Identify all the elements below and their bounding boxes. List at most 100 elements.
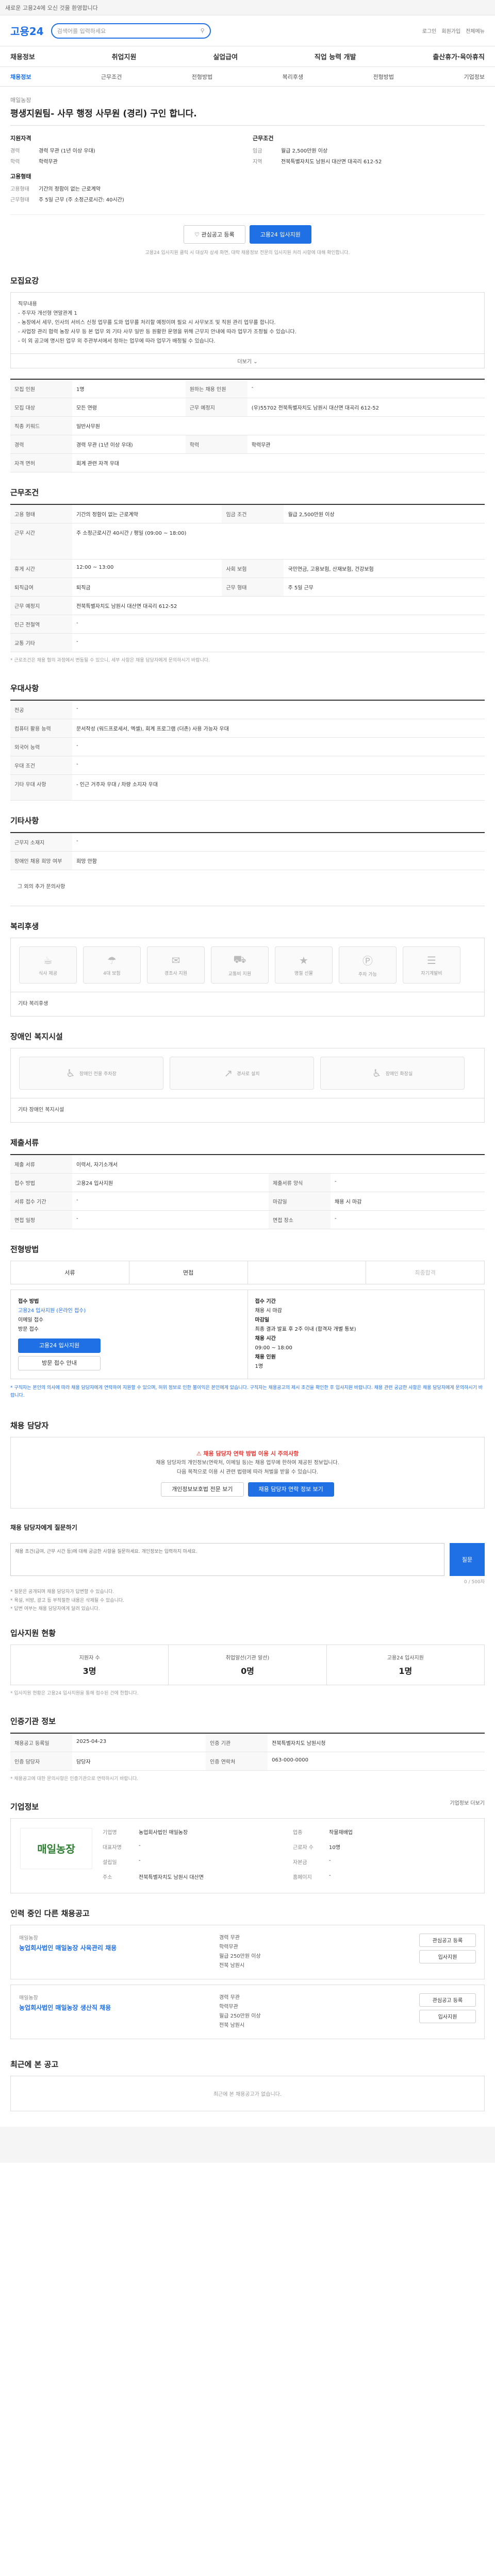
detail-tabs: 채용정보 근무조건 전형방법 복리후생 전형방법 기업정보 bbox=[0, 67, 495, 87]
other-section-title: 기타사항 bbox=[10, 816, 39, 825]
doc-section-title: 제출서류 bbox=[10, 1138, 39, 1147]
top-notice-text: 새로운 고용24에 오신 것을 환영합니다 bbox=[5, 4, 98, 11]
related-section-title: 인력 중인 다른 채용공고 bbox=[10, 1908, 90, 1918]
tab-conditions[interactable]: 근무조건 bbox=[101, 73, 122, 81]
disabled-extra: 기타 장애인 복지시설 bbox=[10, 1098, 485, 1123]
ramp-icon: ↗ bbox=[224, 1067, 233, 1079]
disabled-item: ♿ 장애인 전용 주차장 bbox=[19, 1057, 163, 1090]
tab-process[interactable]: 전형방법 bbox=[192, 73, 212, 81]
related-apply-button[interactable]: 입사지원 bbox=[419, 2009, 476, 2023]
related-job[interactable]: 매일농장 농업회사법인 매일농장 생산직 채용 경력 무관 학력무관 월급 250만원… bbox=[10, 1984, 485, 2039]
parking-icon: ♿ bbox=[66, 1067, 75, 1079]
tab-welfare[interactable]: 복리후생 bbox=[283, 73, 303, 81]
other-extra: 그 외의 추가 문의사항 bbox=[10, 875, 485, 906]
summary-emp-title: 고용형태 bbox=[10, 173, 31, 180]
qna-input[interactable] bbox=[10, 1543, 444, 1577]
welfare-item: ⛟ 교통비 지원 bbox=[211, 946, 269, 984]
gnb-item-leave[interactable]: 출산휴가·육아휴직 bbox=[433, 52, 485, 61]
welfare-extra: 기타 복리후생 bbox=[10, 992, 485, 1016]
site-logo[interactable]: 고용24 bbox=[10, 23, 44, 38]
scrap-button[interactable]: ♡ 관심공고 등록 bbox=[184, 225, 245, 244]
related-job[interactable]: 매일농장 농업회사법인 매일농장 사육관리 채용 경력 무관 학력무관 월급 250만… bbox=[10, 1924, 485, 1979]
job-actions: ♡ 관심공고 등록 고용24 입사지원 bbox=[10, 215, 485, 249]
heart-icon: ♡ bbox=[194, 231, 202, 238]
summary-cond-title: 근무조건 bbox=[253, 135, 274, 142]
job-title: 평생지원팀- 사무 행정 사무원 (경리) 구인 합니다. bbox=[10, 109, 197, 119]
show-contact-button[interactable]: 채용 담당자 연락 정보 보기 bbox=[248, 1482, 334, 1497]
visit-guide-button[interactable]: 방문 접수 안내 bbox=[18, 1356, 101, 1370]
apply-button[interactable]: 고용24 입사지원 bbox=[249, 225, 311, 244]
login-link[interactable]: 로그인 bbox=[422, 27, 437, 35]
work-section-title: 근무조건 bbox=[10, 488, 39, 497]
company-more-link[interactable]: 기업정보 더보기 bbox=[450, 1799, 485, 1806]
step-1: 서류 bbox=[11, 1261, 129, 1284]
job-summary: 지원자격 경력 경력 무관 (1년 이상 우대) 학력 학력무관 고용형태 고용형태… bbox=[10, 126, 485, 215]
bus-icon: ⛟ bbox=[233, 953, 246, 965]
disabled-section-title: 장애인 복지시설 bbox=[10, 1032, 63, 1041]
status-item: 취업알선(기관 알선) 0명 bbox=[169, 1645, 327, 1685]
work-note: * 근로조건은 채용 협의 과정에서 변동될 수 있으니, 세부 사항은 채용 … bbox=[10, 658, 210, 663]
welfare-item: ★ 명절 선물 bbox=[275, 946, 333, 984]
process-section-title: 전형방법 bbox=[10, 1245, 39, 1254]
search-input[interactable]: 검색어를 입력하세요 ⚲ bbox=[51, 23, 211, 39]
parking-icon: Ⓟ bbox=[362, 955, 373, 967]
agency-table: 채용공고 등록일 2025-04-23 인증 기관 전북특별자치도 남원시청 인증 담… bbox=[10, 1732, 485, 1771]
search-icon[interactable]: ⚲ bbox=[201, 27, 205, 34]
work-table: 고용 형태 기간의 정함이 없는 근로계약 임금 조건 월급 2,500만원 이상 근… bbox=[10, 504, 485, 652]
qna-form: 질문 bbox=[10, 1543, 485, 1577]
privacy-law-button[interactable]: 개인정보보호법 전문 보기 bbox=[161, 1482, 244, 1497]
tab-company[interactable]: 기업정보 bbox=[464, 73, 484, 81]
gnb-item-support[interactable]: 취업지원 bbox=[112, 52, 137, 61]
contact-section-title: 채용 담당자 bbox=[10, 1420, 49, 1430]
visited-section-title: 최근에 본 공고 bbox=[10, 2059, 59, 2069]
gnb-item-jobs[interactable]: 채용정보 bbox=[10, 52, 35, 61]
tab-process-2[interactable]: 전형방법 bbox=[373, 73, 394, 81]
header-links: 로그인 회원가입 전체메뉴 bbox=[422, 27, 485, 35]
qna-notes: * 질문은 공개되며 채용 담당자가 답변할 수 있습니다. * 욕설, 비방,… bbox=[10, 1589, 124, 1612]
site-header: 고용24 검색어를 입력하세요 ⚲ 로그인 회원가입 전체메뉴 bbox=[0, 15, 495, 46]
recruit-more-button[interactable]: 더보기 ⌄ bbox=[10, 354, 485, 368]
step-4: 최종합격 bbox=[415, 1269, 436, 1276]
company-info: 기업명 농업회사법인 매일농장 업종 작물재배업 대표자명 - 근로자 수 10명 설립… bbox=[103, 1829, 353, 1880]
welfare-item: Ⓟ 주차 가능 bbox=[339, 946, 397, 984]
welfare-section-title: 복리후생 bbox=[10, 922, 39, 931]
pref-section-title: 우대사항 bbox=[10, 684, 39, 693]
warning-icon: ⚠ bbox=[196, 1450, 204, 1457]
gnb-item-training[interactable]: 직업 능력 개발 bbox=[315, 52, 356, 61]
step-2: 면접 bbox=[129, 1261, 248, 1284]
apply-status: 지원자 수 3명 취업알선(기관 알선) 0명 고용24 입사지원 1명 bbox=[10, 1644, 485, 1685]
process-steps: 서류 면접 최종합격 bbox=[10, 1261, 485, 1284]
other-table: 근무지 소재지 - 장애인 채용 희망 여부 희망 안함 bbox=[10, 832, 485, 870]
status-item: 고용24 입사지원 1명 bbox=[387, 1655, 424, 1676]
tab-recruit[interactable]: 채용정보 bbox=[10, 73, 31, 81]
apply-note: 고용24 입사지원 클릭 시 대상자 상세 화면, 대략 채용정보 전문의 입사… bbox=[145, 250, 350, 256]
status-item: 지원자 수 3명 bbox=[11, 1645, 169, 1685]
welfare-item: ☰ 자기계발비 bbox=[403, 946, 460, 984]
related-scrap-button[interactable]: 관심공고 등록 bbox=[419, 1933, 476, 1947]
gnb-item-benefits[interactable]: 실업급여 bbox=[213, 52, 238, 61]
restroom-icon: ♿ bbox=[372, 1067, 382, 1079]
recruit-text: 직무내용 - 주무자 개선형 연말관계 1 - 농장에서 세무, 인사의 서비스… bbox=[10, 292, 485, 354]
status-note: * 입사지원 현황은 고용24 입사지원을 통해 접수된 건에 한합니다. bbox=[10, 1690, 139, 1696]
signup-link[interactable]: 회원가입 bbox=[441, 27, 460, 35]
welfare-icons: ☕ 식사 제공 ☂ 4대 보험 ✉ 경조사 지원 ⛟ 교통비 지원 ★ 명절 선물 Ⓟ 주차… bbox=[10, 938, 485, 992]
status-section-title: 입사지원 현황 bbox=[10, 1628, 56, 1638]
agency-section-title: 인증기관 정보 bbox=[10, 1716, 56, 1726]
contact-warning: ⚠ 채용 담당자 연락 방법 이용 시 주의사항 채용 담당자의 개인정보(연락… bbox=[10, 1436, 485, 1509]
recruit-section-title: 모집요강 bbox=[10, 276, 39, 285]
qna-send-button[interactable]: 질문 bbox=[450, 1543, 485, 1577]
book-icon: ☰ bbox=[427, 954, 436, 967]
step-3 bbox=[248, 1261, 367, 1284]
all-menu-link[interactable]: 전체메뉴 bbox=[466, 27, 485, 35]
site-footer bbox=[0, 2126, 495, 2163]
top-notice-bar: 새로운 고용24에 오신 것을 환영합니다 bbox=[0, 0, 495, 15]
disabled-item: ♿ 장애인 화장실 bbox=[320, 1057, 465, 1090]
meal-icon: ☕ bbox=[43, 954, 53, 967]
related-apply-button[interactable]: 입사지원 bbox=[419, 1950, 476, 1963]
doc-table: 제출 서류 이력서, 자기소개서 접수 방법 고용24 입사지원 제출서류 양식 - 서… bbox=[10, 1154, 485, 1229]
agency-note: * 채용공고에 대한 문의사항은 인증기관으로 연락하시기 바랍니다. bbox=[10, 1776, 139, 1782]
related-scrap-button[interactable]: 관심공고 등록 bbox=[419, 1993, 476, 2007]
apply-info: 접수 방법 고용24 입사지원 (온라인 접수) 이메일 접수 방문 접수 고용… bbox=[10, 1290, 485, 1379]
visited-empty: 최근에 본 채용공고가 없습니다. bbox=[10, 2075, 485, 2111]
apply-online-button[interactable]: 고용24 입사지원 bbox=[18, 1338, 101, 1353]
